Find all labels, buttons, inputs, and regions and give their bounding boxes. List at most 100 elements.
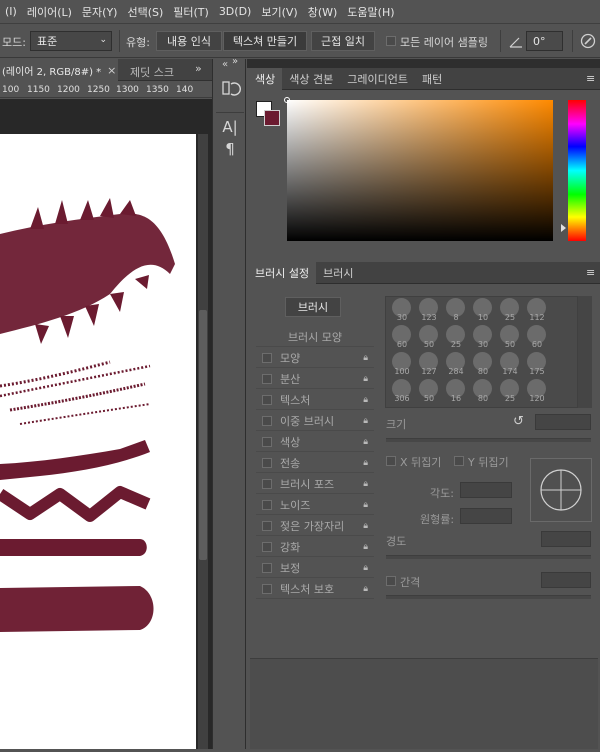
lock-icon[interactable]: 🔒︎ [363,479,368,489]
panel-menu-icon[interactable]: ≡ [586,72,595,85]
checkbox[interactable] [262,457,272,468]
checkbox[interactable] [262,520,272,531]
scrollbar-thumb[interactable] [199,310,207,560]
spacing-checkbox[interactable] [386,576,396,586]
character-icon[interactable]: A| [216,117,244,137]
color-picker-marker[interactable] [284,97,290,103]
brush-item[interactable]: 텍스처 🔒︎ [256,390,374,410]
sample-all-layers-checkbox[interactable] [386,36,396,46]
angle-input[interactable]: 0° [526,31,563,51]
size-input[interactable] [535,414,591,430]
menu-layer[interactable]: 레이어(L) [22,4,77,20]
panel-header-bar [247,59,600,68]
tab-brush-settings[interactable]: 브러시 설정 [248,262,317,284]
double-chevron-right-icon[interactable]: » [232,56,238,67]
lock-icon[interactable]: 🔒︎ [363,521,368,531]
color-field[interactable] [287,100,553,241]
background-swatch[interactable] [264,110,280,126]
brush-item[interactable]: 노이즈 🔒︎ [256,495,374,515]
pressure-icon[interactable] [580,33,596,49]
checkbox[interactable] [262,352,272,363]
brush-item[interactable]: 분산 🔒︎ [256,369,374,389]
flip-y-checkbox[interactable] [454,456,464,466]
hardness-slider[interactable] [386,555,591,559]
menu-window[interactable]: 창(W) [303,4,343,20]
flip-x-checkbox[interactable] [386,456,396,466]
lock-icon[interactable]: 🔒︎ [363,563,368,573]
document-tab-2[interactable]: 제딧 스크 [130,64,174,80]
lock-icon[interactable]: 🔒︎ [363,416,368,426]
checkbox[interactable] [262,436,272,447]
tab-brushes[interactable]: 브러시 [316,262,360,284]
flip-x-label: X 뒤집기 [400,456,442,469]
menu-filter[interactable]: 필터(T) [168,4,214,20]
hue-slider[interactable] [568,100,586,241]
brush-tip-size: 50 [504,340,516,349]
brush-item[interactable]: 보정 🔒︎ [256,558,374,578]
document-tab-active[interactable]: (레이어 2, RGB/8#) * × [0,59,118,81]
brush-item[interactable]: 이중 브러시 🔒︎ [256,411,374,431]
menu-image[interactable]: (I) [0,5,22,18]
checkbox[interactable] [262,373,272,384]
panel-menu-icon[interactable]: ≡ [586,266,595,279]
content-aware-button[interactable]: 내용 인식 [156,31,222,51]
hardness-input[interactable] [541,531,591,547]
checkbox[interactable] [262,583,272,594]
tab-pattern[interactable]: 패턴 [415,68,449,90]
double-chevron-left-icon[interactable]: « [222,59,228,70]
proximity-match-button[interactable]: 근접 일치 [311,31,375,51]
paragraph-icon[interactable]: ¶ [216,139,244,159]
brushes-button[interactable]: 브러시 [285,297,341,317]
checkbox[interactable] [262,394,272,405]
menu-type[interactable]: 문자(Y) [77,4,123,20]
checkbox[interactable] [262,541,272,552]
close-icon[interactable]: × [107,64,116,77]
create-texture-button[interactable]: 텍스쳐 만들기 [223,31,307,51]
menu-3d[interactable]: 3D(D) [214,5,257,18]
brush-item-tip-shape[interactable]: 브러시 모양 [256,327,374,347]
brush-item[interactable]: 전송 🔒︎ [256,453,374,473]
checkbox[interactable] [262,478,272,489]
brush-item[interactable]: 색상 🔒︎ [256,432,374,452]
spacing-input[interactable] [541,572,591,588]
canvas[interactable] [0,134,196,749]
checkbox[interactable] [262,415,272,426]
brush-tip-size: 120 [529,394,545,403]
tab-color[interactable]: 색상 [248,68,283,90]
menu-view[interactable]: 보기(V) [256,4,302,20]
roundness-input[interactable] [460,508,512,524]
brush-angle-input[interactable] [460,482,512,498]
checkbox[interactable] [262,562,272,573]
divider [119,30,120,52]
chevron-down-icon: ⌄ [99,35,107,45]
checkbox[interactable] [262,499,272,510]
reset-icon[interactable]: ↺ [513,414,524,429]
lock-icon[interactable]: 🔒︎ [363,542,368,552]
brush-tip-scrollbar[interactable] [578,296,592,408]
menu-select[interactable]: 선택(S) [122,4,168,20]
lock-icon[interactable]: 🔒︎ [363,374,368,384]
double-chevron-right-icon[interactable]: » [195,62,202,75]
brush-item[interactable]: 텍스처 보호 🔒︎ [256,579,374,599]
lock-icon[interactable]: 🔒︎ [363,500,368,510]
lock-icon[interactable]: 🔒︎ [363,584,368,594]
spacing-slider[interactable] [386,595,591,599]
brush-item[interactable]: 강화 🔒︎ [256,537,374,557]
mode-select[interactable]: 표준 ⌄ [30,31,112,51]
lock-icon[interactable]: 🔒︎ [363,458,368,468]
brush-item[interactable]: 모양 🔒︎ [256,348,374,368]
brush-item[interactable]: 젖은 가장자리 🔒︎ [256,516,374,536]
brush-item[interactable]: 브러시 포즈 🔒︎ [256,474,374,494]
menu-help[interactable]: 도움말(H) [342,4,399,20]
size-slider[interactable] [386,438,591,442]
history-icon[interactable] [216,75,244,103]
lock-icon[interactable]: 🔒︎ [363,353,368,363]
lock-icon[interactable]: 🔒︎ [363,437,368,447]
hue-slider-handle[interactable] [561,224,566,232]
tab-swatches[interactable]: 색상 견본 [282,68,340,90]
brush-angle-preview[interactable] [530,458,592,522]
panel-dock-strip: « A| ¶ [212,59,246,749]
lock-icon[interactable]: 🔒︎ [363,395,368,405]
tab-gradient[interactable]: 그레이디언트 [340,68,415,90]
brush-tip-size: 10 [477,313,489,322]
